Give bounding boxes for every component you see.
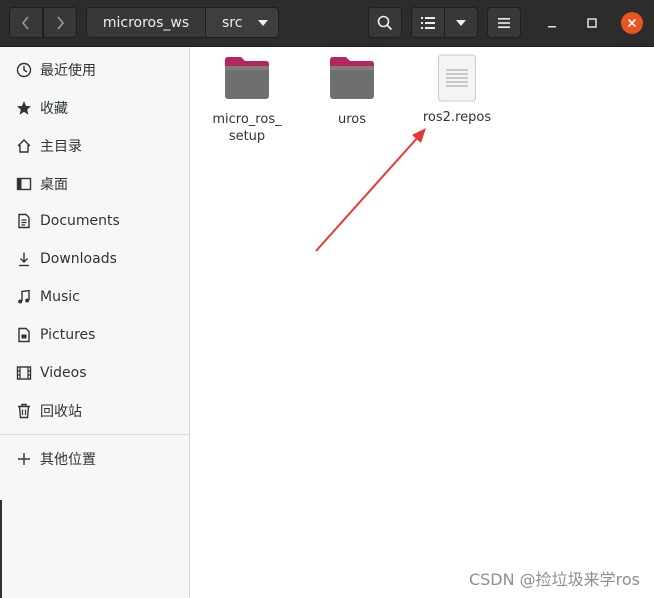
- plus-icon: [15, 450, 33, 468]
- sidebar-item-trash[interactable]: 回收站: [0, 394, 189, 428]
- sidebar-item-label: 收藏: [40, 101, 68, 117]
- back-button[interactable]: [9, 7, 43, 38]
- breadcrumb-label: microros_ws: [102, 14, 190, 31]
- sidebar-item-downloads[interactable]: Downloads: [0, 242, 189, 276]
- chevron-left-icon: [21, 15, 29, 30]
- sidebar: 最近使用 收藏 主目录 桌面 Documents Downloads Music…: [0, 47, 190, 598]
- view-options-button[interactable]: [444, 7, 478, 38]
- file-name: ros2.repos: [422, 110, 492, 125]
- breadcrumb-src[interactable]: src: [205, 7, 279, 38]
- sidebar-item-other-locations[interactable]: 其他位置: [0, 442, 189, 476]
- clock-icon: [15, 61, 33, 79]
- sidebar-item-label: 其他位置: [40, 452, 96, 468]
- triangle-down-icon[interactable]: [258, 20, 268, 26]
- sidebar-item-home[interactable]: 主目录: [0, 129, 189, 163]
- document-icon: [15, 212, 33, 230]
- close-icon: [627, 18, 637, 28]
- sidebar-item-music[interactable]: Music: [0, 280, 189, 314]
- file-item-micro-ros-setup[interactable]: micro_ros_ setup: [202, 56, 292, 145]
- sidebar-item-recent[interactable]: 最近使用: [0, 53, 189, 87]
- file-name: setup: [228, 129, 266, 144]
- list-view-icon: [421, 16, 435, 29]
- folder-icon: [330, 57, 374, 99]
- star-icon: [15, 99, 33, 117]
- file-name: uros: [337, 112, 367, 127]
- sidebar-item-label: Documents: [40, 213, 120, 229]
- maximize-button[interactable]: [581, 12, 603, 34]
- sidebar-item-pictures[interactable]: Pictures: [0, 318, 189, 352]
- chevron-right-icon: [57, 15, 65, 30]
- desktop-icon: [15, 175, 33, 193]
- download-icon: [15, 250, 33, 268]
- file-item-uros[interactable]: uros: [307, 56, 397, 128]
- minimize-button[interactable]: [541, 12, 563, 34]
- sidebar-item-videos[interactable]: Videos: [0, 356, 189, 390]
- file-item-ros2-repos[interactable]: ros2.repos: [412, 54, 502, 126]
- minimize-icon: [548, 26, 556, 28]
- sidebar-item-label: 主目录: [40, 139, 82, 155]
- forward-button[interactable]: [43, 7, 77, 38]
- maximize-icon: [587, 18, 597, 28]
- desktop-edge: [0, 500, 2, 598]
- close-button[interactable]: [621, 12, 643, 34]
- view-mode-button[interactable]: [411, 7, 445, 38]
- triangle-down-icon: [456, 19, 466, 26]
- file-view: micro_ros_ setup uros ros2.repos: [191, 47, 654, 598]
- picture-icon: [15, 326, 33, 344]
- sidebar-item-label: Music: [40, 289, 80, 305]
- hamburger-icon: [498, 17, 510, 28]
- main-menu-button[interactable]: [487, 7, 521, 38]
- sidebar-item-desktop[interactable]: 桌面: [0, 167, 189, 201]
- breadcrumb-label: src: [222, 14, 243, 31]
- file-name: micro_ros_: [212, 112, 282, 127]
- music-icon: [15, 288, 33, 306]
- sidebar-item-label: 最近使用: [40, 63, 96, 79]
- sidebar-item-label: 桌面: [40, 177, 68, 193]
- home-icon: [15, 137, 33, 155]
- video-icon: [15, 364, 33, 382]
- text-file-icon: [438, 54, 476, 102]
- sidebar-divider: [0, 434, 189, 435]
- trash-icon: [15, 402, 33, 420]
- sidebar-item-starred[interactable]: 收藏: [0, 91, 189, 125]
- sidebar-item-label: 回收站: [40, 404, 82, 420]
- sidebar-item-label: Pictures: [40, 327, 96, 343]
- sidebar-item-label: Downloads: [40, 251, 117, 267]
- sidebar-item-label: Videos: [40, 365, 87, 381]
- sidebar-item-documents[interactable]: Documents: [0, 204, 189, 238]
- magnifier-icon: [377, 15, 393, 30]
- watermark: CSDN @捡垃圾来学ros: [468, 570, 640, 589]
- header-bar: microros_ws src: [0, 0, 654, 47]
- breadcrumb-microros-ws[interactable]: microros_ws: [86, 7, 206, 38]
- search-button[interactable]: [368, 7, 402, 38]
- folder-icon: [225, 57, 269, 99]
